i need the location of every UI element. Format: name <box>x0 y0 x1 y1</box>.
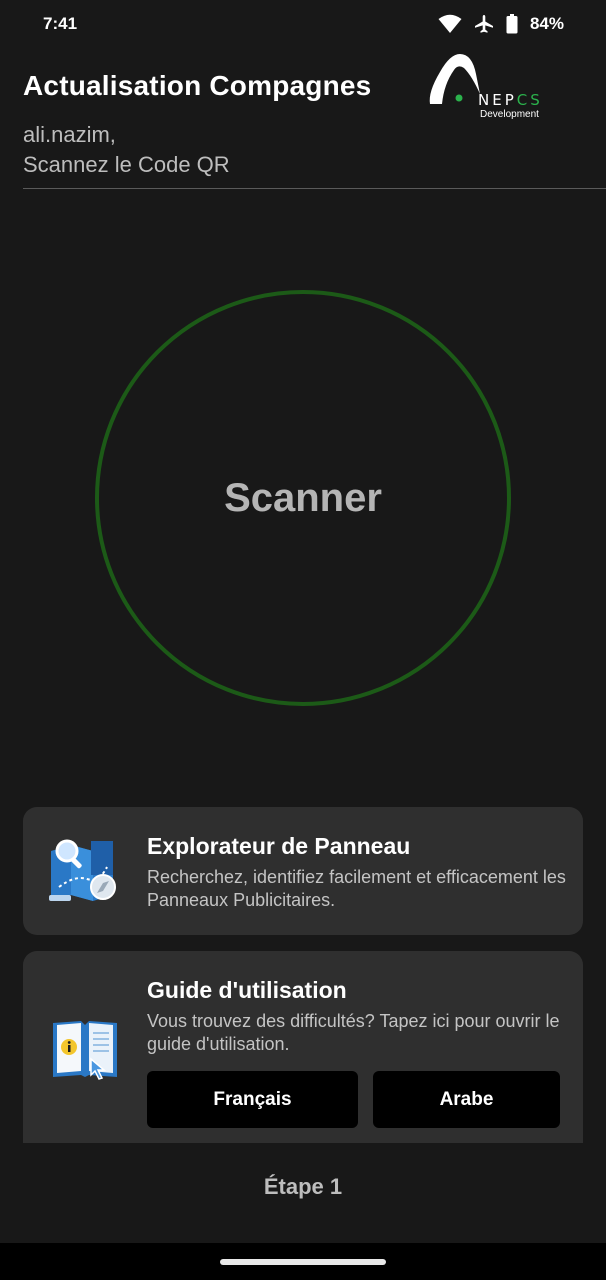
map-search-icon <box>47 837 123 908</box>
battery-icon <box>506 14 518 34</box>
header: Actualisation Compagnes ali.nazim, Scann… <box>23 50 606 189</box>
scan-instruction: Scannez le Code QR <box>23 152 230 177</box>
wifi-icon <box>438 14 462 34</box>
home-gesture-handle[interactable] <box>220 1259 386 1265</box>
arabic-guide-button[interactable]: Arabe <box>373 1071 560 1128</box>
explorer-card[interactable]: Explorateur de Panneau Recherchez, ident… <box>23 807 583 935</box>
status-bar: 7:41 84% <box>0 0 606 48</box>
airplane-icon <box>474 14 494 34</box>
logo-subtitle: Development <box>480 109 539 120</box>
status-time: 7:41 <box>43 14 78 33</box>
step-indicator: Étape 1 <box>263 1174 343 1199</box>
scanner-button[interactable]: Scanner <box>95 290 511 706</box>
status-icons: 84% <box>438 14 564 34</box>
user-name: ali.nazim, <box>23 122 116 147</box>
explorer-description: Recherchez, identifiez facilement et eff… <box>147 867 566 910</box>
guide-card[interactable]: Guide d'utilisation Vous trouvez des dif… <box>23 951 583 1143</box>
page-title: Actualisation Compagnes <box>23 70 372 101</box>
scanner-label: Scanner <box>224 475 382 520</box>
logo-wordmark: NEPCS <box>478 91 543 109</box>
system-nav-bar <box>0 1243 606 1280</box>
guide-title: Guide d'utilisation <box>147 977 347 1003</box>
guide-description: Vous trouvez des difficultés? Tapez ici … <box>147 1011 560 1054</box>
french-guide-button[interactable]: Français <box>147 1071 358 1128</box>
battery-percentage: 84% <box>529 14 564 33</box>
guide-book-icon <box>51 1017 119 1086</box>
explorer-title: Explorateur de Panneau <box>147 833 411 859</box>
company-logo: NEPCS Development <box>428 52 588 122</box>
